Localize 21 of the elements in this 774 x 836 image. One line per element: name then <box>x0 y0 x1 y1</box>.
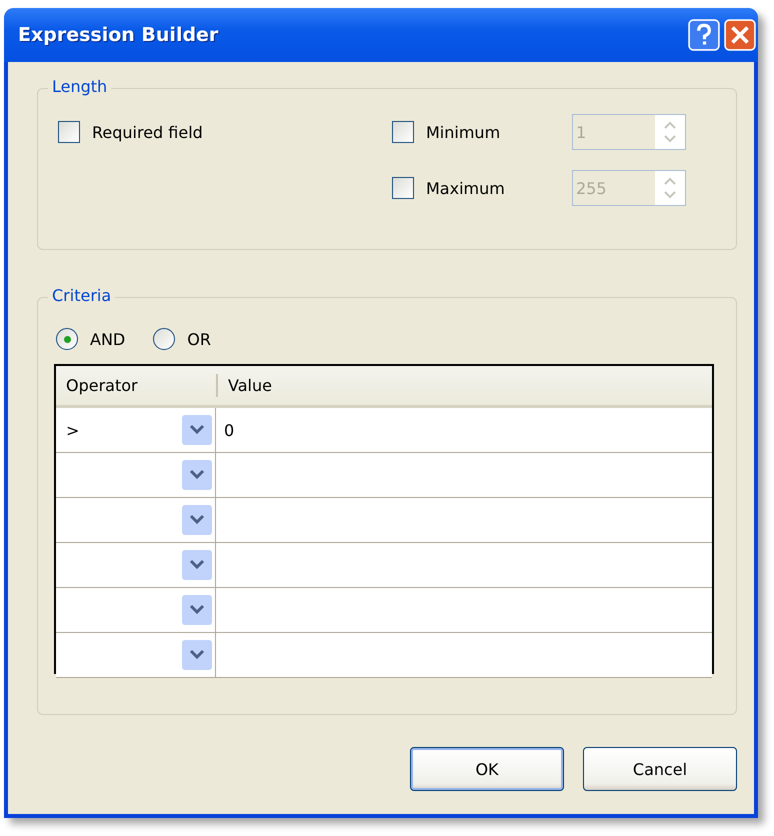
close-button[interactable] <box>724 19 756 51</box>
window-title: Expression Builder <box>18 24 220 46</box>
dropdown-button[interactable] <box>182 595 212 625</box>
radio-button[interactable]: AND <box>56 328 126 350</box>
operator-dropdown[interactable]: > <box>56 408 216 452</box>
help-button[interactable] <box>688 19 720 51</box>
dropdown-button[interactable] <box>182 505 212 535</box>
up-down-arrows-icon <box>655 115 685 149</box>
dialog-button[interactable]: OK <box>410 747 564 791</box>
dropdown-button[interactable] <box>182 550 212 580</box>
radio-button[interactable]: OR <box>153 328 211 350</box>
required-checkbox[interactable]: Required field <box>58 119 392 145</box>
column-header[interactable]: Value <box>218 366 712 405</box>
table-cell[interactable]: 0 <box>216 408 712 452</box>
dropdown-button[interactable] <box>182 415 212 445</box>
group-title: Length <box>48 77 112 96</box>
dialog-button[interactable]: Cancel <box>583 747 737 791</box>
column-header[interactable]: Operator <box>56 374 218 397</box>
dropdown-button[interactable] <box>182 460 212 490</box>
dropdown-button[interactable] <box>182 640 212 670</box>
up-down-arrows-icon <box>655 171 685 205</box>
